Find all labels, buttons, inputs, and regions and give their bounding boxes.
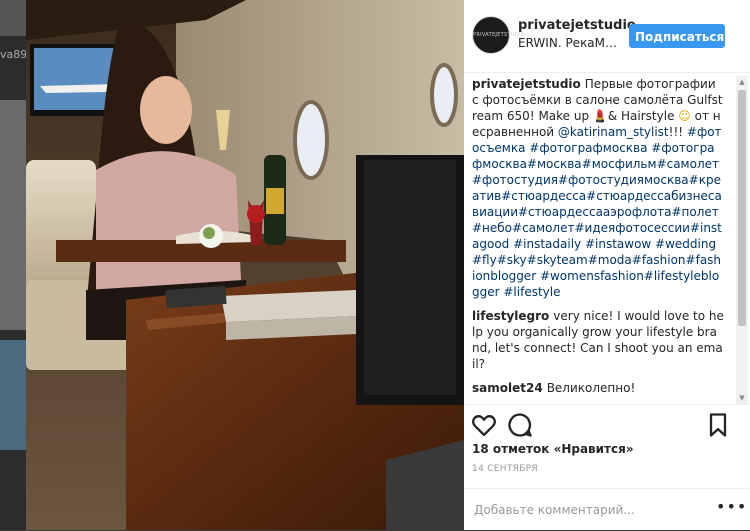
post-side-panel: PRIVATEJETSTUDIO privatejetstudio ERWIN.… [464, 0, 750, 530]
caption-text: !!! [668, 125, 687, 139]
username-link[interactable]: privatejetstudio [518, 18, 636, 33]
caption-username[interactable]: privatejetstudio [472, 77, 581, 91]
location-link[interactable]: ERWIN. РекаМ… [518, 36, 616, 50]
avatar-text: PRIVATEJETSTUDIO [473, 32, 525, 38]
comment-username[interactable]: samolet24 [472, 381, 543, 395]
post-header: PRIVATEJETSTUDIO privatejetstudio ERWIN.… [464, 0, 750, 73]
lipstick-icon: 💄 [592, 109, 608, 123]
likes-number: 18 отметок [472, 442, 550, 456]
more-options-icon[interactable]: ••• [716, 497, 747, 516]
scroll-up-arrow-icon[interactable]: ▲ [736, 76, 748, 88]
caption: privatejetstudio Первые фотографии с фото… [472, 76, 724, 300]
comment-username[interactable]: lifestylegro [472, 309, 549, 323]
action-bar [464, 404, 750, 445]
scrollbar-thumb[interactable] [738, 90, 746, 326]
follow-button[interactable]: Подписаться [629, 24, 725, 48]
comments-scrollbar[interactable]: ▲ ▼ [736, 76, 748, 404]
likes-label: «Нравится» [553, 442, 634, 456]
hashtags[interactable]: #фотосъемка #фотографмосква #фотографмос… [472, 125, 722, 299]
comment-icon[interactable] [506, 411, 534, 439]
comment-item: samolet24 Великолепно! [472, 380, 724, 396]
background-username: va89 [0, 48, 26, 61]
caption-text: & Hairstyle [607, 109, 679, 123]
background-thumbnail [0, 100, 26, 330]
smiley-icon: ☺ [678, 109, 691, 123]
bookmark-icon[interactable] [704, 411, 732, 439]
add-comment-bar: ••• [464, 488, 750, 531]
jet-cabin-photo [26, 0, 464, 530]
comment-item: lifestylegro very nice! I would love to h… [472, 308, 724, 372]
comment-text: Великолепно! [546, 381, 636, 395]
comment-input[interactable] [472, 499, 676, 521]
comments-list[interactable]: privatejetstudio Первые фотографии с фото… [464, 76, 742, 402]
mention-link[interactable]: @katirinam_stylist [558, 125, 669, 139]
post-photo[interactable] [26, 0, 464, 530]
background-thumbnail [0, 0, 26, 36]
avatar[interactable]: PRIVATEJETSTUDIO [472, 16, 525, 54]
background-thumbnail [0, 340, 26, 450]
background-feed: va89 [0, 0, 26, 530]
post-date[interactable]: 14 СЕНТЯБРЯ [472, 464, 538, 474]
scroll-down-arrow-icon[interactable]: ▼ [736, 392, 748, 404]
likes-count[interactable]: 18 отметок «Нравится» [472, 442, 634, 456]
heart-icon[interactable] [470, 411, 498, 439]
